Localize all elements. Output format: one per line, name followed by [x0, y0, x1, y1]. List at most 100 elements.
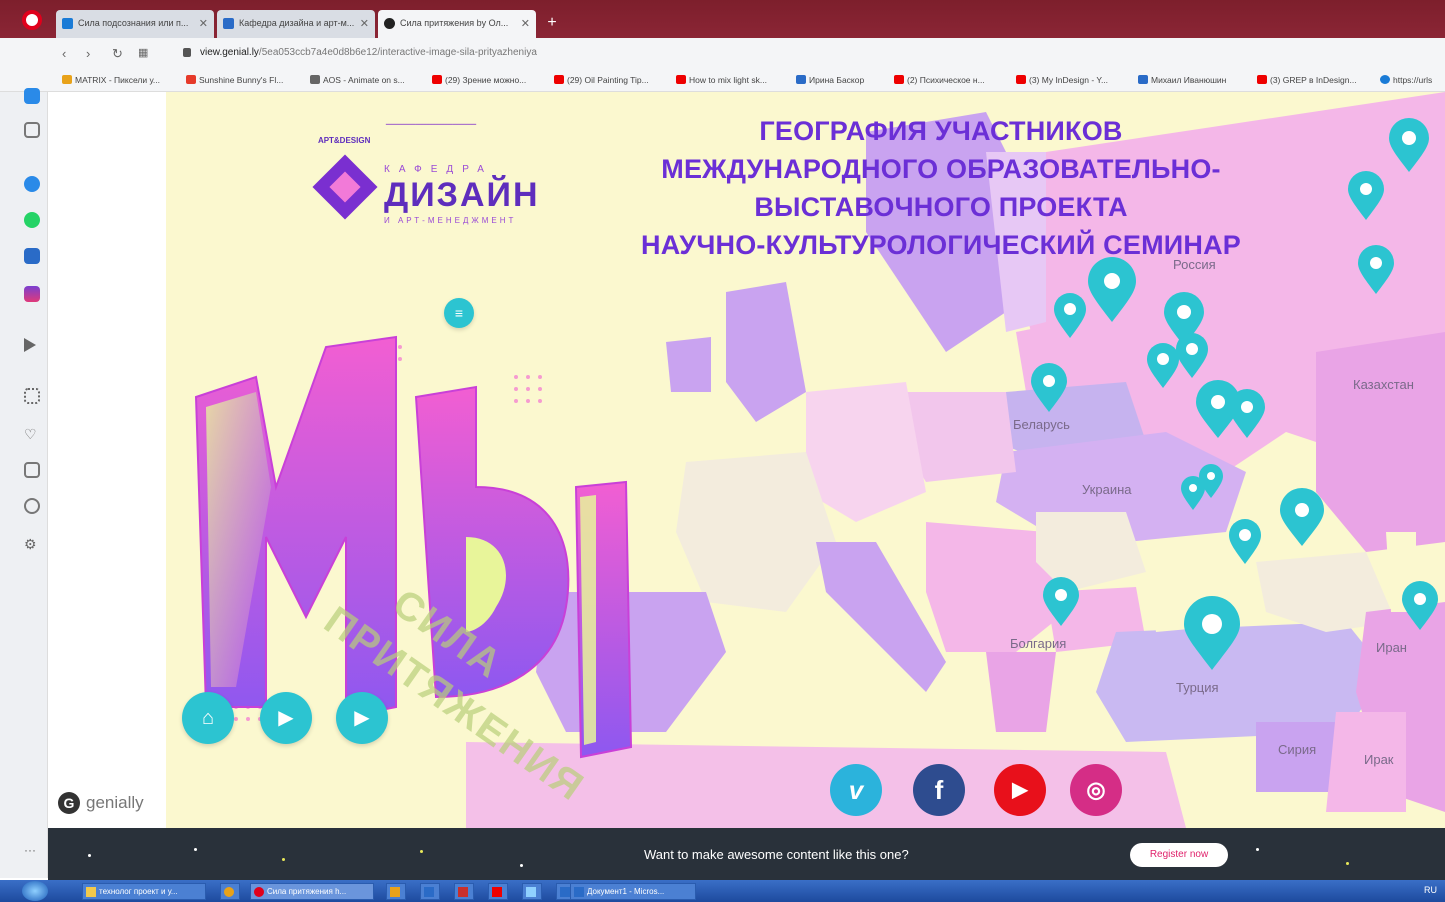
url-path: /5ea053ccb7a4e0d8b6e12/interactive-image…: [258, 47, 537, 58]
tab-2[interactable]: Кафедра дизайна и арт-м... ✕: [217, 10, 375, 38]
taskbar-label: Документ1 - Micros...: [587, 887, 665, 896]
settings-icon[interactable]: ⚙: [24, 536, 40, 552]
back-icon[interactable]: ‹: [62, 46, 66, 61]
close-icon[interactable]: ✕: [521, 17, 530, 30]
pdf-icon: [492, 887, 502, 897]
pin-icon[interactable]: [1280, 488, 1324, 546]
opera-logo-icon[interactable]: [22, 10, 42, 30]
youtube-icon: [676, 75, 686, 84]
bookmark-icon: [186, 75, 196, 84]
genially-logo[interactable]: Ggenially: [58, 792, 144, 814]
pin-icon[interactable]: [1229, 519, 1261, 564]
pin-icon[interactable]: [1088, 257, 1136, 322]
register-button[interactable]: Register now: [1130, 843, 1228, 867]
address-bar: ‹ › ↻ ▦ view.genial.ly/5ea053ccb7a4e0d8b…: [0, 38, 1445, 70]
start-button-icon[interactable]: [22, 881, 48, 901]
taskbar-app[interactable]: [522, 883, 542, 900]
pin-icon[interactable]: [1402, 581, 1438, 630]
taskbar-app[interactable]: [386, 883, 406, 900]
star-decoration: [420, 850, 423, 853]
instagram-icon[interactable]: [24, 286, 40, 302]
taskbar-item-active[interactable]: Сила притяжения h...: [250, 883, 374, 900]
apps-icon[interactable]: [24, 388, 40, 404]
reload-icon[interactable]: ↻: [112, 46, 123, 62]
messenger-icon[interactable]: [24, 176, 40, 192]
facebook-icon[interactable]: f: [913, 764, 965, 816]
pin-icon[interactable]: [1147, 343, 1179, 388]
youtube-icon[interactable]: ▶: [994, 764, 1046, 816]
bookmark-item[interactable]: Sunshine Bunny's Fl...: [186, 75, 283, 85]
genially-icon: G: [58, 792, 80, 814]
bookmark-item[interactable]: (3) My InDesign - Y...: [1016, 75, 1108, 85]
bookmark-item[interactable]: (29) Зрение можно...: [432, 75, 526, 85]
speed-dial-icon[interactable]: [24, 88, 40, 104]
pin-icon[interactable]: [1031, 363, 1067, 412]
bookmark-item[interactable]: AOS - Animate on s...: [310, 75, 405, 85]
pin-icon[interactable]: [1184, 596, 1240, 670]
whatsapp-icon[interactable]: [24, 212, 40, 228]
bookmark-item[interactable]: Михаил Иванюшин: [1138, 75, 1226, 85]
bookmark-label: MATRIX - Пиксели у...: [75, 75, 160, 85]
app-icon: [526, 887, 536, 897]
bookmark-icon: [310, 75, 320, 84]
youtube-icon: [554, 75, 564, 84]
home-icon[interactable]: [24, 122, 40, 138]
forward-icon[interactable]: ›: [86, 46, 90, 61]
bookmark-item[interactable]: How to mix light sk...: [676, 75, 767, 85]
star-decoration: [1256, 848, 1259, 851]
url-field[interactable]: view.genial.ly/5ea053ccb7a4e0d8b6e12/int…: [200, 47, 537, 58]
tab-label: Сила притяжения by Ол...: [400, 18, 509, 28]
bookmark-label: AOS - Animate on s...: [323, 75, 405, 85]
windows-taskbar: технолог проект и у... Сила притяжения h…: [0, 880, 1445, 902]
send-icon[interactable]: [24, 338, 36, 352]
bookmark-label: (2) Психическое н...: [907, 75, 985, 85]
close-icon[interactable]: ✕: [360, 17, 369, 30]
taskbar-item[interactable]: технолог проект и у...: [82, 883, 206, 900]
new-tab-button[interactable]: +: [543, 14, 561, 32]
cta-text: Want to make awesome content like this o…: [644, 847, 909, 862]
grid-icon[interactable]: ▦: [138, 46, 148, 59]
bookmark-label: Ирина Баскор: [809, 75, 865, 85]
taskbar-app[interactable]: [488, 883, 508, 900]
bookmark-item[interactable]: (29) Oil Painting Tip...: [554, 75, 649, 85]
pin-icon[interactable]: [1054, 293, 1086, 338]
bookmark-label: Михаил Иванюшин: [1151, 75, 1227, 85]
pin-icon[interactable]: [1348, 171, 1384, 220]
bookmark-item[interactable]: Ирина Баскор: [796, 75, 864, 85]
tab-favicon-icon: [223, 18, 234, 29]
tab-label: Кафедра дизайна и арт-м...: [239, 18, 355, 28]
heart-icon[interactable]: ♡: [24, 426, 40, 442]
more-icon[interactable]: ···: [24, 842, 40, 858]
close-icon[interactable]: ✕: [199, 17, 208, 30]
star-decoration: [520, 864, 523, 867]
star-decoration: [1346, 862, 1349, 865]
url-host: view.genial.ly: [200, 47, 259, 58]
system-tray-language[interactable]: RU: [1424, 885, 1437, 895]
chrome-icon: [224, 887, 234, 897]
tab-1[interactable]: Сила подсознания или п... ✕: [56, 10, 214, 38]
tab-3-active[interactable]: Сила притяжения by Ол... ✕: [378, 10, 536, 38]
pin-icon[interactable]: [1176, 333, 1208, 378]
vimeo-icon[interactable]: v: [830, 764, 882, 816]
pin-icon[interactable]: [1181, 476, 1205, 510]
pin-icon[interactable]: [1389, 118, 1429, 172]
vk-icon[interactable]: [24, 248, 40, 264]
taskbar-label: технолог проект и у...: [99, 887, 178, 896]
bookmark-item[interactable]: (2) Психическое н...: [894, 75, 985, 85]
bookmark-item[interactable]: MATRIX - Пиксели у...: [62, 75, 160, 85]
taskbar-app[interactable]: [454, 883, 474, 900]
history-icon[interactable]: [24, 498, 40, 514]
taskbar-item[interactable]: Документ1 - Micros...: [570, 883, 696, 900]
pin-icon[interactable]: [1043, 577, 1079, 626]
pin-icon[interactable]: [1358, 245, 1394, 294]
taskbar-app[interactable]: [420, 883, 440, 900]
taskbar-chrome[interactable]: [220, 883, 240, 900]
pin-icon[interactable]: [1229, 389, 1265, 438]
word-icon: [574, 887, 584, 897]
news-icon[interactable]: [24, 462, 40, 478]
bookmark-label: (3) GREP в InDesign...: [1270, 75, 1357, 85]
bookmark-item[interactable]: (3) GREP в InDesign...: [1257, 75, 1357, 85]
bookmark-icon: [62, 75, 72, 84]
instagram-icon[interactable]: ◎: [1070, 764, 1122, 816]
bookmark-item[interactable]: https://urls: [1380, 75, 1432, 85]
